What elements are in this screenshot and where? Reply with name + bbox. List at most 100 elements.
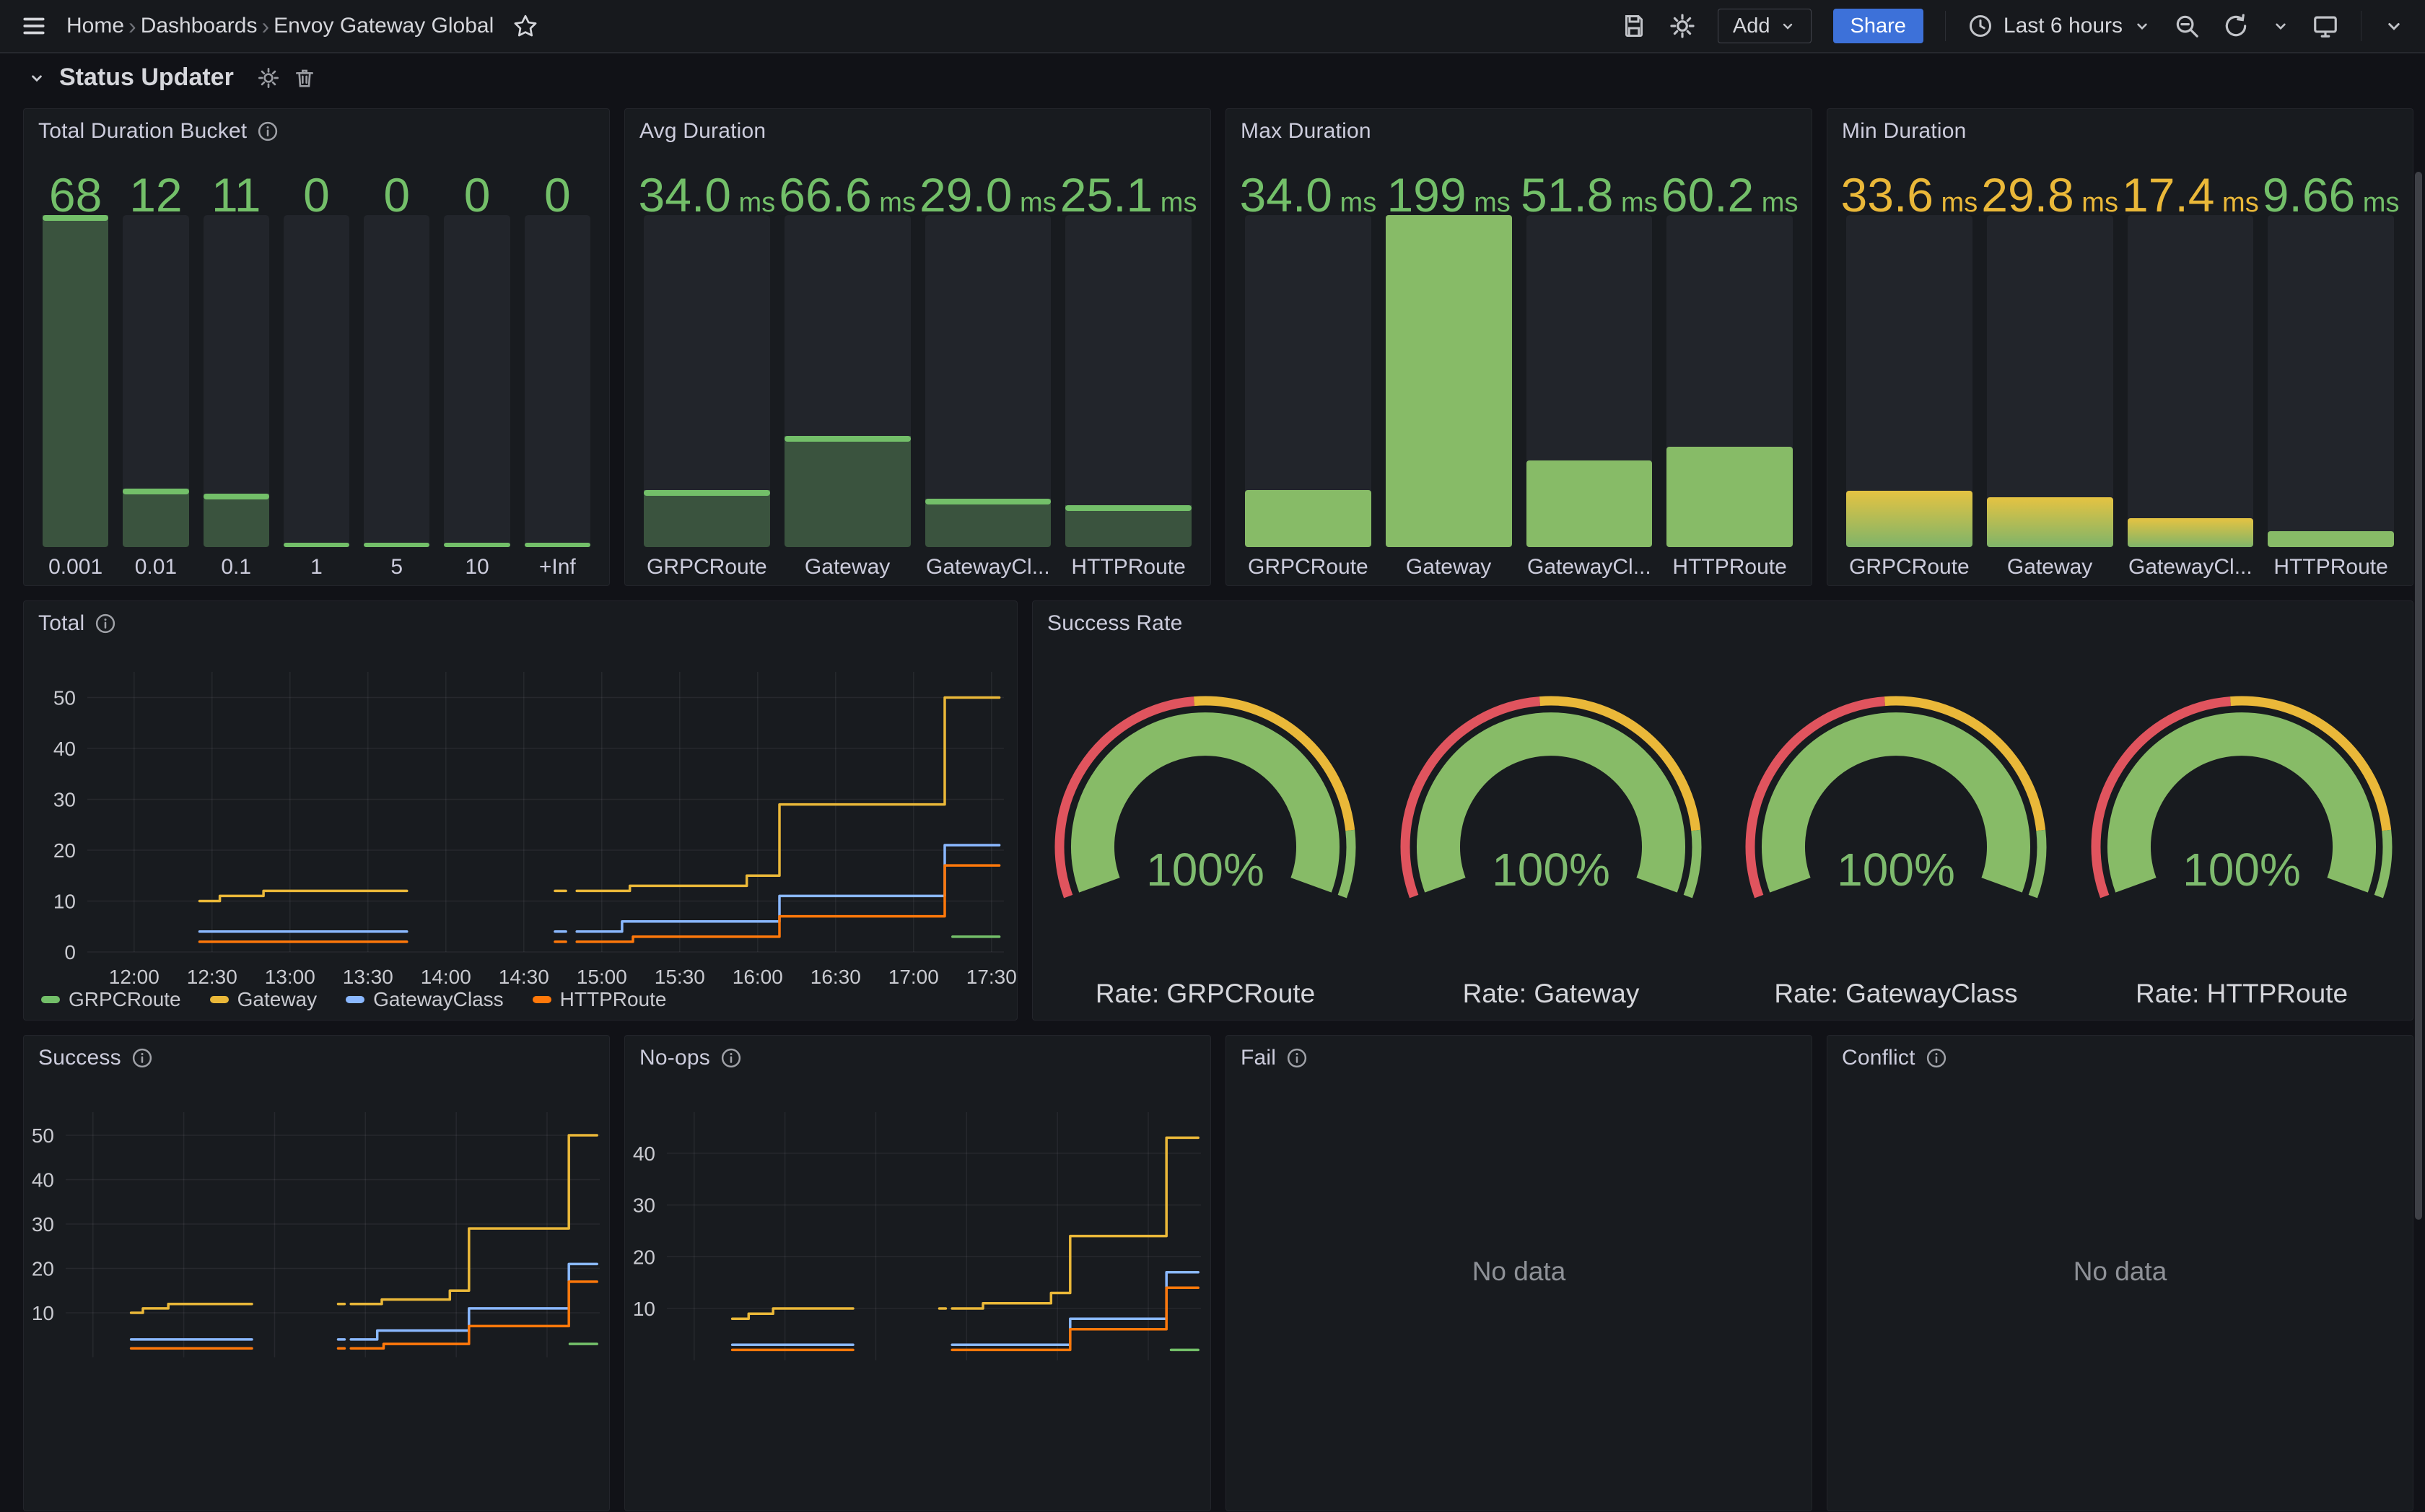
toolbar-collapse-button[interactable]: [2383, 15, 2405, 37]
bar-value: 66.6 ms: [777, 171, 918, 219]
bar-fill: [1065, 505, 1192, 547]
bar-fill: [364, 543, 429, 547]
bar-values-row: 6812110000: [35, 154, 598, 219]
bar-cell[interactable]: [1245, 215, 1371, 547]
bar-fill: [43, 215, 108, 547]
y-axis-tick: 0: [64, 941, 76, 963]
bar-fill-cap: [644, 490, 770, 496]
panel-header[interactable]: Min Duration: [1842, 119, 1966, 144]
breadcrumb-dashboards[interactable]: Dashboards: [141, 14, 258, 38]
bar-label-cell: Gateway: [777, 551, 918, 580]
timeseries-plot[interactable]: 10203040: [625, 1036, 1212, 1512]
bar-cell[interactable]: [43, 215, 108, 547]
row-settings-button[interactable]: [257, 66, 280, 89]
y-axis-tick: 20: [633, 1246, 655, 1268]
bar-value-cell: 9.66 ms: [2260, 154, 2401, 219]
panel-header[interactable]: Conflict: [1842, 1046, 1947, 1070]
row-header-status-updater[interactable]: Status Updater: [27, 64, 316, 92]
bar-cell[interactable]: [1846, 215, 1972, 547]
bar-cell[interactable]: [1065, 215, 1192, 547]
bar-fill-cap: [925, 499, 1052, 504]
bar-cell[interactable]: [123, 215, 188, 547]
bar-label-cell: 10: [437, 551, 517, 580]
gauge-Rate: GatewayClass[interactable]: 100%Rate: GatewayClass: [1750, 701, 2042, 1008]
breadcrumb-current-dashboard[interactable]: Envoy Gateway Global: [274, 14, 494, 38]
bar-fill-cap: [43, 215, 108, 221]
bar-cell[interactable]: [1526, 215, 1653, 547]
y-axis-tick: 50: [53, 687, 76, 709]
toolbar-divider: [1945, 11, 1946, 41]
timeseries-plot[interactable]: 0102030405012:0012:3013:0013:3014:0014:3…: [24, 601, 1018, 1021]
bar-fill: [1846, 491, 1972, 547]
bar-cell[interactable]: [204, 215, 269, 547]
panel-min: Min Duration33.6 ms29.8 ms17.4 ms9.66 ms…: [1827, 108, 2413, 586]
share-button[interactable]: Share: [1833, 9, 1923, 43]
panel-header[interactable]: Avg Duration: [639, 119, 766, 144]
refresh-interval-dropdown[interactable]: [2271, 17, 2290, 35]
favorite-star-button[interactable]: [512, 13, 538, 39]
gauge-value: 100%: [2182, 844, 2301, 896]
gauge-Rate: HTTPRoute[interactable]: 100%Rate: HTTPRoute: [2096, 701, 2387, 1008]
gauge-Rate: GRPCRoute[interactable]: 100%Rate: GRPCRoute: [1059, 701, 1351, 1008]
bar-value: 12: [115, 171, 196, 219]
add-button[interactable]: Add: [1718, 9, 1812, 43]
bar-cell[interactable]: [925, 215, 1052, 547]
bar-cell[interactable]: [525, 215, 590, 547]
refresh-button[interactable]: [2222, 12, 2250, 40]
bar-cell[interactable]: [644, 215, 770, 547]
time-range-picker[interactable]: Last 6 hours: [1967, 13, 2151, 39]
bar-cell[interactable]: [785, 215, 911, 547]
save-icon: [1621, 13, 1647, 39]
bar-cell[interactable]: [284, 215, 349, 547]
bar-value: 33.6 ms: [1839, 171, 1980, 219]
bar-cell[interactable]: [364, 215, 429, 547]
zoom-out-time-button[interactable]: [2173, 12, 2201, 40]
bar-value: 9.66 ms: [2260, 171, 2401, 219]
y-axis-tick: 10: [32, 1302, 54, 1324]
bar-fill: [284, 543, 349, 547]
bar-value: 29.0 ms: [918, 171, 1059, 219]
bar-fill: [925, 499, 1052, 547]
legend-item-GatewayClass[interactable]: GatewayClass: [346, 988, 504, 1011]
save-dashboard-button[interactable]: [1621, 13, 1647, 39]
hamburger-menu-button[interactable]: [20, 12, 48, 40]
legend-item-Gateway[interactable]: Gateway: [210, 988, 318, 1011]
tv-mode-button[interactable]: [2312, 12, 2339, 40]
bar-label: 0.1: [196, 555, 276, 580]
bar-cell[interactable]: [1386, 215, 1512, 547]
bar-gauges-row: [1238, 215, 1800, 547]
bar-cell[interactable]: [444, 215, 510, 547]
bar-labels-row: 0.0010.010.11510+Inf: [35, 551, 598, 580]
panel-header[interactable]: Max Duration: [1241, 119, 1371, 144]
gauge-Rate: Gateway[interactable]: 100%Rate: Gateway: [1405, 701, 1697, 1008]
info-icon[interactable]: [1286, 1047, 1308, 1069]
dashboard-settings-button[interactable]: [1669, 12, 1696, 40]
bar-label-cell: Gateway: [1980, 551, 2120, 580]
info-icon[interactable]: [257, 121, 279, 142]
breadcrumb-home[interactable]: Home: [66, 14, 124, 38]
panel-header[interactable]: Total Duration Bucket: [38, 119, 279, 144]
bar-label-cell: HTTPRoute: [1058, 551, 1199, 580]
legend-label: HTTPRoute: [560, 988, 667, 1011]
bar-cell[interactable]: [1666, 215, 1793, 547]
row-delete-button[interactable]: [293, 66, 316, 89]
series-line-GatewayClass: [351, 1264, 597, 1340]
bar-value-cell: 51.8 ms: [1519, 154, 1660, 219]
legend-swatch: [346, 996, 364, 1003]
scrollbar-thumb[interactable]: [2415, 172, 2422, 1220]
bar-value-unit: ms: [731, 188, 775, 218]
bar-cell[interactable]: [1987, 215, 2113, 547]
bar-cell[interactable]: [2268, 215, 2394, 547]
add-button-label: Add: [1733, 14, 1770, 38]
legend-item-GRPCRoute[interactable]: GRPCRoute: [41, 988, 181, 1011]
info-icon[interactable]: [1926, 1047, 1947, 1069]
panel-header[interactable]: Fail: [1241, 1046, 1308, 1070]
legend-item-HTTPRoute[interactable]: HTTPRoute: [533, 988, 667, 1011]
bar-value-unit: ms: [1934, 188, 1978, 218]
breadcrumb: Home › Dashboards › Envoy Gateway Global: [66, 13, 494, 40]
bar-gauges-row: [1839, 215, 2401, 547]
bar-gauges-row: [637, 215, 1199, 547]
timeseries-plot[interactable]: 1020304050: [24, 1036, 611, 1512]
bar-cell[interactable]: [2128, 215, 2254, 547]
y-axis-tick: 40: [633, 1142, 655, 1165]
